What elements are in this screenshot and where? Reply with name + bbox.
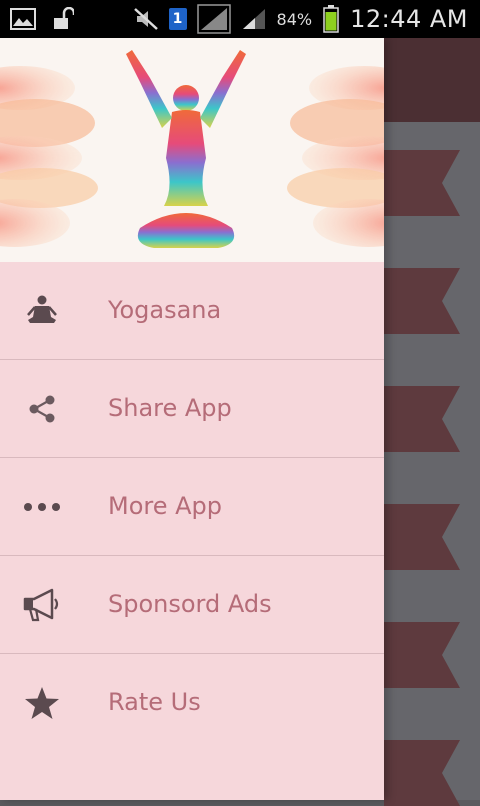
drawer-header-image (0, 38, 384, 262)
meditation-icon (22, 293, 62, 329)
list-ribbon (384, 150, 460, 216)
drawer-menu: Yogasana Share App More App Sponsord Ads… (0, 262, 384, 751)
menu-item-label: Yogasana (108, 296, 222, 324)
battery-icon (322, 5, 340, 33)
menu-item-more-app[interactable]: More App (0, 458, 384, 556)
list-ribbon (384, 740, 460, 806)
clock: 12:44 AM (350, 5, 468, 33)
image-icon (10, 6, 36, 32)
yoga-illustration (0, 50, 384, 248)
navigation-drawer: Yogasana Share App More App Sponsord Ads… (0, 38, 384, 800)
mute-icon (133, 6, 159, 32)
signal-icon (241, 6, 267, 32)
list-ribbon (384, 622, 460, 688)
menu-item-label: Rate Us (108, 688, 201, 716)
share-icon (22, 391, 62, 427)
star-icon (22, 685, 62, 721)
menu-item-label: More App (108, 492, 223, 520)
menu-item-sponsord-ads[interactable]: Sponsord Ads (0, 556, 384, 654)
list-ribbon (384, 504, 460, 570)
menu-item-rate-us[interactable]: Rate Us (0, 654, 384, 751)
menu-item-share-app[interactable]: Share App (0, 360, 384, 458)
list-ribbon (384, 268, 460, 334)
menu-item-label: Share App (108, 394, 232, 422)
megaphone-icon (22, 587, 62, 623)
battery-percent: 84% (276, 9, 313, 29)
menu-item-yogasana[interactable]: Yogasana (0, 262, 384, 360)
app-toolbar (384, 38, 480, 122)
notification-badge: 1 (168, 8, 187, 30)
unlock-icon (50, 6, 76, 32)
status-bar: 1 84% 12:44 AM (0, 0, 480, 38)
background-content (384, 38, 480, 806)
list-ribbon (384, 386, 460, 452)
menu-item-label: Sponsord Ads (108, 590, 272, 618)
signal-box-icon (196, 4, 231, 34)
more-dots-icon (22, 489, 62, 525)
